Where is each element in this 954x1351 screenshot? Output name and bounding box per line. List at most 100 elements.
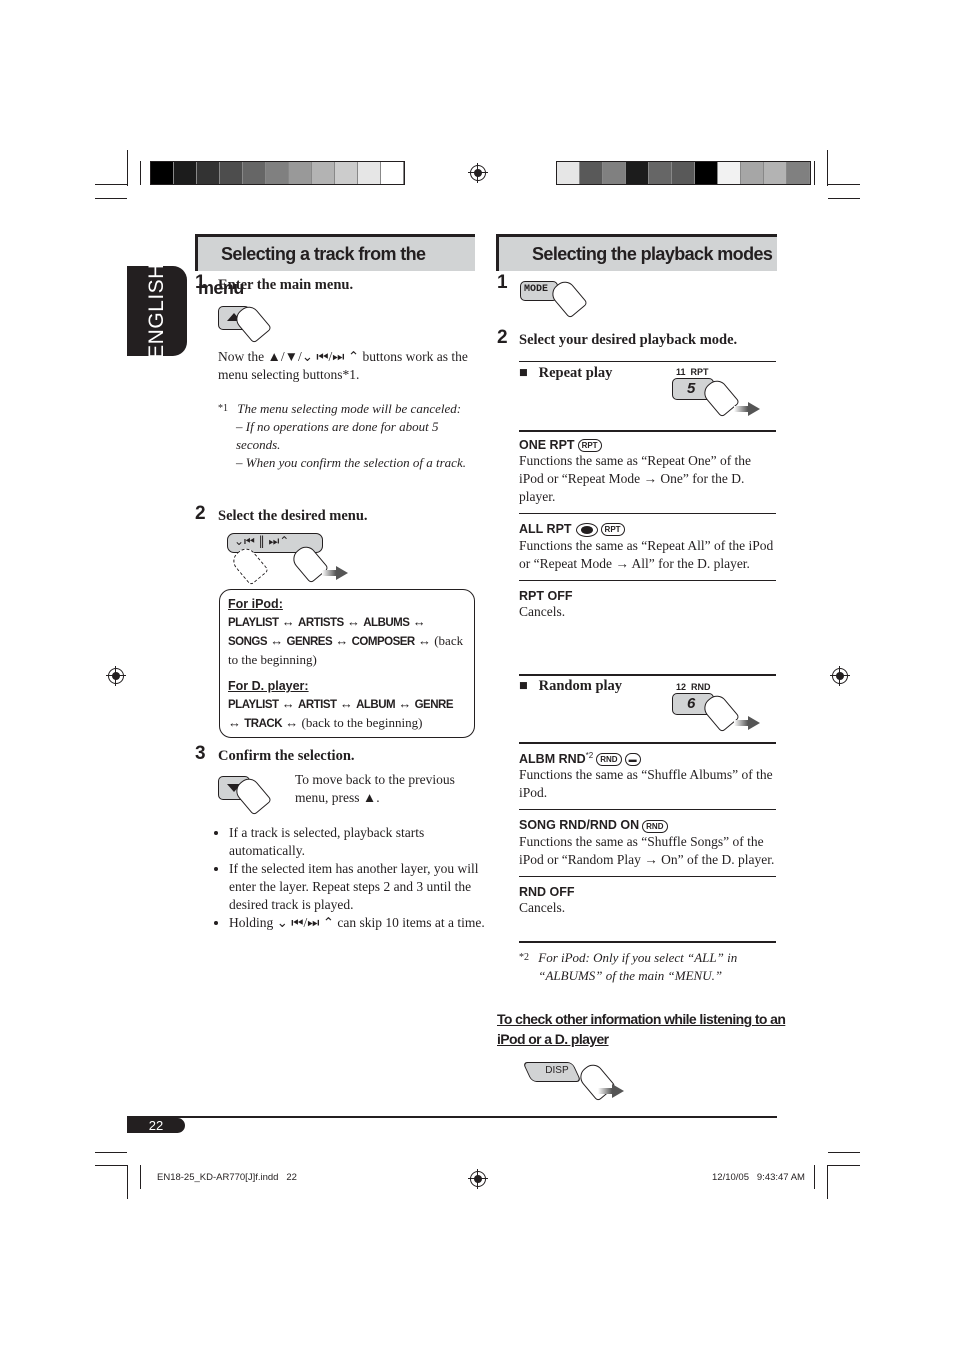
bullet-item: If the selected item has another layer, … xyxy=(229,860,491,914)
footnote-item: – If no operations are done for about 5 … xyxy=(236,419,439,452)
repeat-modes-list: ONE RPT RPT Functions the same as “Repeat … xyxy=(519,438,776,636)
random-modes-list: ALBM RND*2 RND ▬ Functions the same as “Shu… xyxy=(519,751,776,932)
color-swatch xyxy=(358,162,381,184)
mode-label: RPT OFF xyxy=(519,588,573,603)
color-swatch xyxy=(787,162,810,184)
random-play-heading: ■ Random play xyxy=(519,678,623,694)
registration-mark-icon xyxy=(468,163,488,183)
menu-item: SONGS xyxy=(228,636,268,648)
rnd-indicator-icon: RND xyxy=(642,819,668,833)
step-title: Enter the main menu. xyxy=(218,277,354,293)
arrow-right-icon xyxy=(734,716,760,730)
sequence-tail: (back to the beginning) xyxy=(301,715,423,730)
rpt-indicator-icon: RPT xyxy=(600,523,625,537)
mode-label: SONG RND/RND ON xyxy=(519,818,640,833)
crop-mark xyxy=(828,184,860,185)
bidirectional-arrow-icon: ↔ xyxy=(336,696,357,711)
divider xyxy=(519,361,776,362)
arrow-right-icon xyxy=(598,1084,624,1098)
mode-description: Functions the same as “Repeat All” of th… xyxy=(519,537,774,571)
bidirectional-arrow-icon: ↔ xyxy=(409,614,426,629)
crop-mark xyxy=(95,184,127,185)
footnote-ref: *2 xyxy=(585,751,594,760)
crop-mark xyxy=(828,1165,860,1166)
bullet-item: Holding ⌄ ⏮/⏭ ⌃ can skip 10 items at a t… xyxy=(229,914,491,932)
bidirectional-arrow-icon: ↔ xyxy=(267,633,287,648)
folder-indicator-icon: ▬ xyxy=(624,753,641,767)
page-rule xyxy=(127,1116,777,1118)
calibration-bar-right xyxy=(556,161,811,185)
dplayer-menu-sequence: PLAYLIST ↔ ARTIST ↔ ALBUM ↔ GENRE ↔ TRAC… xyxy=(228,695,466,733)
color-swatch xyxy=(603,162,626,184)
mode-description: Functions the same as “Shuffle Songs” of… xyxy=(519,833,775,867)
page-number: 22 xyxy=(127,1118,185,1133)
registration-mark-icon xyxy=(106,666,126,686)
color-swatch xyxy=(151,162,174,184)
menu-item: COMPOSER xyxy=(351,636,416,648)
color-swatch xyxy=(557,162,580,184)
playback-mode-item: RPT OFF Cancels. xyxy=(519,589,776,628)
footer-timestamp: 12/10/05 9:43:47 AM xyxy=(712,1172,805,1183)
color-swatch xyxy=(695,162,718,184)
rpt-indicator-icon: RPT xyxy=(577,439,602,453)
color-swatch xyxy=(312,162,335,184)
crop-mark xyxy=(127,150,128,186)
color-swatch xyxy=(174,162,197,184)
menu-item: ARTISTS xyxy=(298,617,344,629)
footnote-item: – When you confirm the selection of a tr… xyxy=(236,455,466,470)
crop-mark xyxy=(828,1152,860,1153)
footnote-title: The menu selecting mode will be canceled… xyxy=(237,401,462,416)
crop-mark xyxy=(95,1165,127,1166)
bullet-list: If a track is selected, playback starts … xyxy=(212,824,491,932)
mode-label: ALBM RND xyxy=(519,752,586,767)
arrow-right-icon xyxy=(322,566,348,580)
crop-mark xyxy=(814,1165,815,1189)
color-swatch xyxy=(243,162,266,184)
color-swatch xyxy=(335,162,358,184)
step-number: 2 xyxy=(195,503,206,524)
color-swatch xyxy=(741,162,764,184)
crop-mark xyxy=(95,1152,127,1153)
repeat-play-label: Repeat play xyxy=(538,365,613,381)
color-swatch xyxy=(672,162,695,184)
disp-button-label: DISP xyxy=(545,1065,569,1076)
crop-mark xyxy=(140,161,141,185)
mode-description: Cancels. xyxy=(519,899,566,915)
random-button-digit: 6 xyxy=(687,695,696,712)
step1-description: Now the ▲/▼/⌄ ⏮/⏭ ⌃ buttons work as the … xyxy=(218,349,468,382)
bullet-item: If a track is selected, playback starts … xyxy=(229,824,491,860)
crop-mark xyxy=(127,1165,128,1199)
ipod-menu-sequence: PLAYLIST ↔ ARTISTS ↔ ALBUMS ↔ SONGS ↔ GE… xyxy=(228,613,466,669)
random-button-caption: 12 RND xyxy=(676,682,711,692)
mode-description: Functions the same as “Repeat One” of th… xyxy=(519,453,752,505)
color-swatch xyxy=(381,162,404,184)
bidirectional-arrow-icon: ↔ xyxy=(228,715,245,730)
registration-mark-icon xyxy=(468,1169,488,1189)
playback-mode-item: ALBM RND*2 RND ▬ Functions the same as “Shu… xyxy=(519,751,776,811)
color-swatch xyxy=(580,162,603,184)
color-swatch xyxy=(197,162,220,184)
language-tab: ENGLISH xyxy=(127,263,187,359)
playback-mode-item: SONG RND/RND ON RND Functions the same as … xyxy=(519,818,776,877)
section-title-text: Selecting the playback modes xyxy=(532,244,773,264)
footnote-mark: *1 xyxy=(218,403,228,414)
crop-mark xyxy=(827,150,828,186)
bidirectional-arrow-icon: ↔ xyxy=(343,614,364,629)
step-title: Confirm the selection. xyxy=(218,748,355,764)
bidirectional-arrow-icon: ↔ xyxy=(395,696,415,711)
rnd-indicator-icon: RND xyxy=(596,753,622,767)
footnote-mark: *2 xyxy=(519,952,529,963)
ipod-heading: For iPod: xyxy=(228,597,283,611)
menu-item: PLAYLIST xyxy=(228,617,279,629)
repeat-button-digit: 5 xyxy=(687,380,696,397)
step-number: 3 xyxy=(195,743,206,764)
language-label: ENGLISH xyxy=(145,263,168,359)
menu-item: ARTIST xyxy=(298,699,337,711)
mode-description: Cancels. xyxy=(519,603,566,619)
footnote-1: *1 The menu selecting mode will be cance… xyxy=(218,400,483,472)
footnote-2: *2 For iPod: Only if you select “ALL” in… xyxy=(519,949,769,985)
crop-mark xyxy=(814,161,815,185)
finger-icon xyxy=(575,1060,617,1102)
random-play-label: Random play xyxy=(538,678,623,694)
bidirectional-arrow-icon: ↔ xyxy=(278,614,299,629)
